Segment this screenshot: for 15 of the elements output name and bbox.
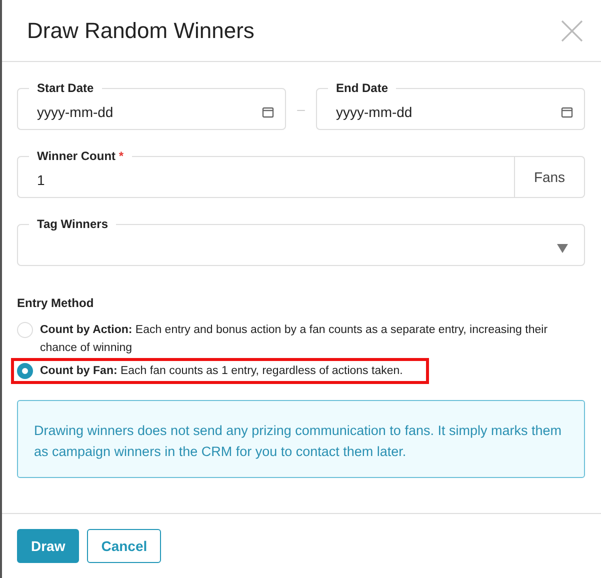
cancel-button[interactable]: Cancel xyxy=(87,529,162,563)
close-icon[interactable] xyxy=(559,18,585,44)
calendar-icon[interactable] xyxy=(561,106,573,118)
caret-icon xyxy=(557,244,568,252)
radio-button[interactable] xyxy=(17,363,33,379)
section-label: Entry Method xyxy=(17,296,95,310)
calendar-icon[interactable] xyxy=(262,106,274,118)
option-label: Count by Fan: Each fan counts as 1 entry, regardless of actions taken. xyxy=(40,364,403,379)
field-label: Tag Winners xyxy=(29,216,116,232)
info-notice: Drawing winners does not send any prizing communication to fans. It simply marks them as campaign winners in the CRM for you to contact them later. xyxy=(17,400,585,478)
draw-button[interactable]: Draw xyxy=(17,529,80,563)
range-separator: – xyxy=(296,101,306,117)
unit-addon: Fans xyxy=(515,156,585,198)
option-label: Count by Action: Each entry and bonus action by a fan counts as a separate entry, increasing their chance of winning xyxy=(40,323,549,356)
dialog-title: Draw Random Winners xyxy=(27,18,254,44)
